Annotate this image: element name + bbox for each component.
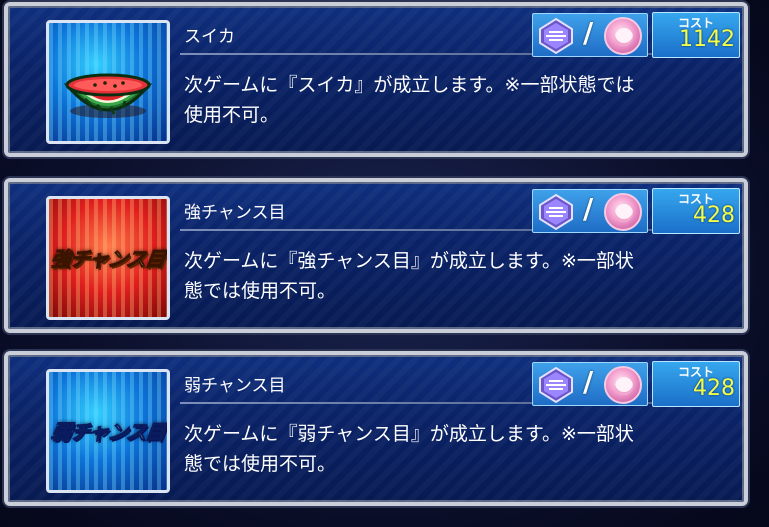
description-line: 次ゲームに『スイカ』が成立します。※一部状態では <box>184 74 635 96</box>
item-description: 次ゲームに『弱チャンス目』が成立します。※一部状 態では使用不可。 <box>184 419 704 479</box>
description-line: 次ゲームに『強チャンス目』が成立します。※一部状 <box>184 250 634 272</box>
item-card-weak-chance[interactable]: 弱チャンス目 弱チャンス目 次ゲームに『弱チャンス目』が成立します。※一部状 態… <box>4 351 748 506</box>
item-name: 弱チャンス目 <box>184 376 286 396</box>
cost-value: 428 <box>693 203 735 228</box>
description-line: 使用不可。 <box>184 104 280 126</box>
watermelon-icon <box>63 73 153 118</box>
cost-box: コスト 428 <box>652 188 740 234</box>
description-line: 態では使用不可。 <box>184 453 337 475</box>
thumbnail-label: 強チャンス目 <box>49 247 167 272</box>
cost-value: 1142 <box>679 27 735 52</box>
item-description: 次ゲームに『強チャンス目』が成立します。※一部状 態では使用不可。 <box>184 246 704 306</box>
cost-box: コスト 428 <box>652 361 740 407</box>
item-name: スイカ <box>184 27 235 47</box>
description-line: 態では使用不可。 <box>184 280 337 302</box>
crystal-icon <box>539 193 573 231</box>
crystal-icon <box>539 366 573 404</box>
character-medal-icon <box>604 17 642 55</box>
description-line: 次ゲームに『弱チャンス目』が成立します。※一部状 <box>184 423 634 445</box>
weak-chance-thumbnail: 弱チャンス目 <box>46 369 170 493</box>
item-card-strong-chance[interactable]: 強チャンス目 強チャンス目 次ゲームに『強チャンス目』が成立します。※一部状 態… <box>4 178 748 333</box>
usage-icons: / <box>532 362 648 406</box>
cost-value: 428 <box>693 376 735 401</box>
usage-icons: / <box>532 189 648 233</box>
character-medal-icon <box>604 193 642 231</box>
suika-thumbnail <box>46 20 170 144</box>
usage-icons: / <box>532 13 648 57</box>
character-medal-icon <box>604 366 642 404</box>
crystal-icon <box>539 17 573 55</box>
item-card-suika[interactable]: スイカ 次ゲームに『スイカ』が成立します。※一部状態では 使用不可。 / コスト… <box>4 2 748 157</box>
separator-slash: / <box>583 192 594 225</box>
strong-chance-thumbnail: 強チャンス目 <box>46 196 170 320</box>
cost-box: コスト 1142 <box>652 12 740 58</box>
item-description: 次ゲームに『スイカ』が成立します。※一部状態では 使用不可。 <box>184 70 704 130</box>
item-name: 強チャンス目 <box>184 203 286 223</box>
separator-slash: / <box>583 16 594 49</box>
thumbnail-label: 弱チャンス目 <box>49 420 167 445</box>
separator-slash: / <box>583 365 594 398</box>
